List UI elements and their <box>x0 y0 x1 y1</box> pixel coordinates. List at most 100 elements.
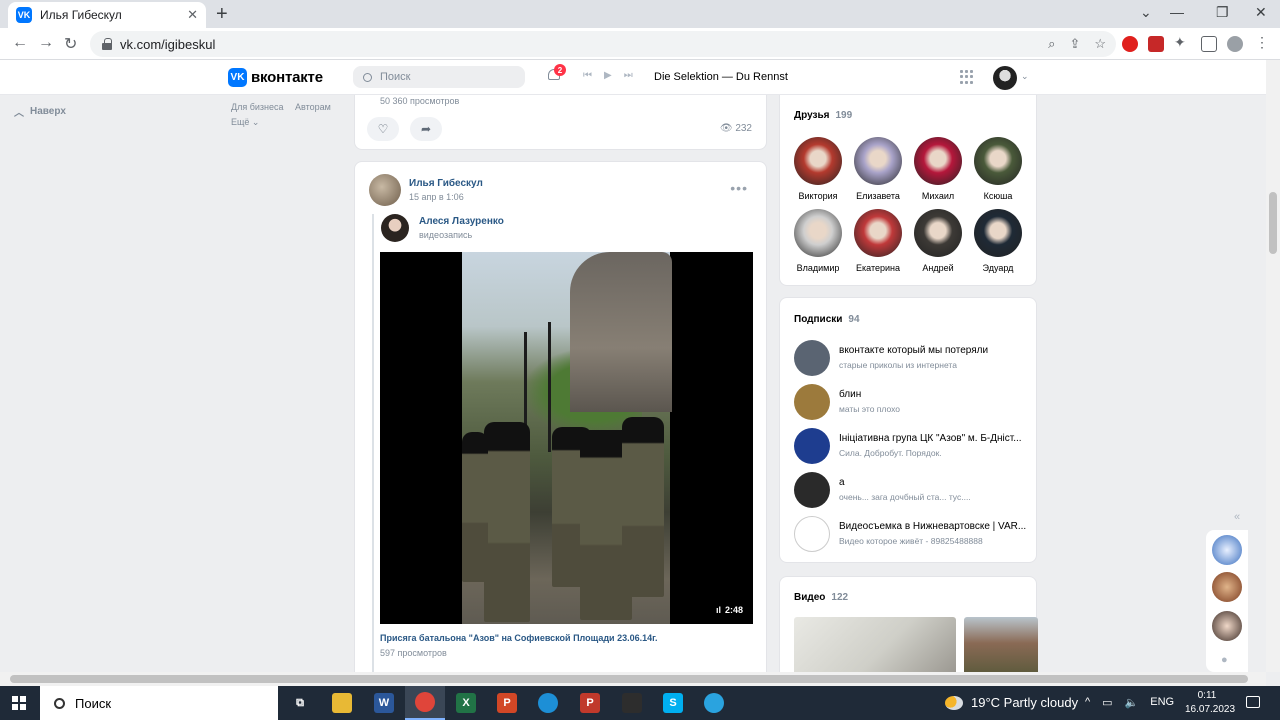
user-avatar[interactable] <box>993 66 1017 90</box>
forward-arrow-icon[interactable]: → <box>38 34 54 52</box>
friend-avatar[interactable] <box>974 209 1022 257</box>
opera-extension-icon[interactable] <box>1122 36 1138 52</box>
chevron-down-icon[interactable]: ⌄ <box>1021 71 1029 82</box>
friend-name[interactable]: Ксюша <box>969 191 1027 201</box>
friend-item[interactable]: Виктория <box>789 137 847 201</box>
friend-avatar[interactable] <box>974 137 1022 185</box>
friend-name[interactable]: Екатерина <box>849 263 907 273</box>
contact-avatar[interactable] <box>1212 535 1242 565</box>
maximize-icon[interactable]: ❐ <box>1216 4 1229 21</box>
taskbar-edge[interactable] <box>528 686 568 720</box>
friend-avatar[interactable] <box>794 209 842 257</box>
extension-badge-icon[interactable] <box>1148 36 1164 52</box>
share-icon[interactable]: ⇪ <box>1069 36 1080 52</box>
horizontal-scrollbar[interactable] <box>0 672 1266 686</box>
taskbar-word[interactable]: W <box>364 686 404 720</box>
network-icon[interactable]: ▭ <box>1102 696 1112 709</box>
subscription-item[interactable]: Видеосъемка в Нижневартовске | VAR... Вид… <box>794 516 1030 554</box>
puzzle-extensions-icon[interactable]: ✦ <box>1174 34 1190 50</box>
link-business[interactable]: Для бизнеса <box>231 102 284 112</box>
friend-item[interactable]: Екатерина <box>849 209 907 273</box>
subscription-avatar[interactable] <box>794 428 830 464</box>
next-track-icon[interactable]: ⏭ <box>624 70 633 81</box>
subscription-name[interactable]: вконтакте который мы потеряли <box>839 345 1029 356</box>
subscription-avatar[interactable] <box>794 384 830 420</box>
subscription-item[interactable]: Ініціативна група ЦК "Азов" м. Б-Дніст..… <box>794 428 1030 466</box>
subscription-name[interactable]: а <box>839 477 1029 488</box>
collapse-chevrons-icon[interactable]: « <box>1234 511 1240 523</box>
notifications-bell-icon[interactable]: 2 <box>548 64 566 83</box>
friend-name[interactable]: Михаил <box>909 191 967 201</box>
subscription-avatar[interactable] <box>794 340 830 376</box>
friend-avatar[interactable] <box>914 137 962 185</box>
post-author-avatar[interactable] <box>369 174 401 206</box>
taskbar-chrome[interactable] <box>405 686 445 720</box>
weather-widget[interactable]: 19°C Partly cloudy <box>945 695 1078 710</box>
lock-icon[interactable] <box>102 38 112 50</box>
subscription-avatar[interactable] <box>794 472 830 508</box>
like-button[interactable]: ♡ <box>367 117 399 141</box>
new-tab-button[interactable]: + <box>216 4 228 24</box>
link-authors[interactable]: Авторам <box>295 102 331 112</box>
link-more[interactable]: Ещё ⌄ <box>231 117 259 127</box>
subscription-item[interactable]: а очень... зага дочбный ста... тус.... <box>794 472 1030 510</box>
friend-item[interactable]: Михаил <box>909 137 967 201</box>
clock[interactable]: 0:11 16.07.2023 <box>1185 689 1235 717</box>
friend-item[interactable]: Владимир <box>789 209 847 273</box>
tab-close-icon[interactable]: ✕ <box>187 7 198 23</box>
subscription-avatar[interactable] <box>794 516 830 552</box>
video-title[interactable]: Присяга батальона "Азов" на Софиевской П… <box>380 633 657 643</box>
language-indicator[interactable]: ENG <box>1150 696 1174 709</box>
apps-grid-icon[interactable] <box>960 70 974 84</box>
videos-title[interactable]: Видео 122 <box>794 592 848 603</box>
vertical-scrollbar[interactable] <box>1266 60 1280 672</box>
subscription-item[interactable]: вконтакте который мы потеряли старые прик… <box>794 340 1030 378</box>
taskbar-game-app[interactable] <box>612 686 652 720</box>
vk-site-name[interactable]: вконтакте <box>251 69 323 86</box>
post-date[interactable]: 15 апр в 1:06 <box>409 192 464 202</box>
subscription-name[interactable]: блин <box>839 389 1029 400</box>
repost-author-avatar[interactable] <box>381 214 409 242</box>
search-input[interactable]: Поиск <box>353 66 525 88</box>
bookmark-star-icon[interactable]: ☆ <box>1094 36 1106 52</box>
url-text[interactable]: vk.com/igibeskul <box>120 37 215 52</box>
friend-name[interactable]: Эдуард <box>969 263 1027 273</box>
friend-avatar[interactable] <box>794 137 842 185</box>
play-icon[interactable]: ▶ <box>604 70 612 81</box>
taskbar-app-p[interactable]: P <box>570 686 610 720</box>
back-arrow-icon[interactable]: ← <box>12 34 28 52</box>
back-to-top-button[interactable]: ︿ Наверх <box>14 104 66 119</box>
close-window-icon[interactable]: ✕ <box>1255 4 1267 21</box>
friend-avatar[interactable] <box>854 209 902 257</box>
chat-bubble-icon[interactable]: ● <box>1221 654 1228 666</box>
side-panel-icon[interactable] <box>1201 36 1217 52</box>
current-track[interactable]: Die Selektion — Du Rennst <box>654 71 788 83</box>
taskbar-skype[interactable]: S <box>653 686 693 720</box>
omnibox[interactable]: vk.com/igibeskul ⌕ ⇪ ☆ <box>90 31 1116 57</box>
taskbar-telegram[interactable] <box>694 686 734 720</box>
menu-dots-icon[interactable]: ⋮ <box>1255 34 1271 50</box>
browser-tab[interactable]: VK Илья Гибескул ✕ <box>8 2 206 28</box>
chevron-down-icon[interactable]: ⌄ <box>1140 4 1152 21</box>
friends-title[interactable]: Друзья 199 <box>794 110 852 121</box>
friend-item[interactable]: Ксюша <box>969 137 1027 201</box>
post-author[interactable]: Илья Гибескул <box>409 178 483 189</box>
contact-avatar[interactable] <box>1212 572 1242 602</box>
repost-author[interactable]: Алеся Лазуренко <box>419 216 504 227</box>
subscription-name[interactable]: Видеосъемка в Нижневартовске | VAR... <box>839 521 1029 532</box>
chevron-up-icon[interactable]: ^ <box>1085 696 1090 709</box>
taskbar-excel[interactable]: X <box>446 686 486 720</box>
post-menu-icon[interactable]: ••• <box>730 180 748 196</box>
taskbar-powerpoint[interactable]: P <box>487 686 527 720</box>
friend-name[interactable]: Владимир <box>789 263 847 273</box>
share-button[interactable]: ➦ <box>410 117 442 141</box>
notification-center-icon[interactable] <box>1246 696 1260 708</box>
subscription-name[interactable]: Ініціативна група ЦК "Азов" м. Б-Дніст..… <box>839 433 1029 444</box>
friend-name[interactable]: Виктория <box>789 191 847 201</box>
minimize-icon[interactable]: — <box>1170 4 1184 20</box>
reload-icon[interactable]: ↻ <box>64 34 77 54</box>
taskbar-search[interactable]: Поиск <box>40 686 278 720</box>
friend-item[interactable]: Андрей <box>909 209 967 273</box>
vk-logo-icon[interactable]: VK <box>228 68 247 87</box>
contact-avatar[interactable] <box>1212 611 1242 641</box>
